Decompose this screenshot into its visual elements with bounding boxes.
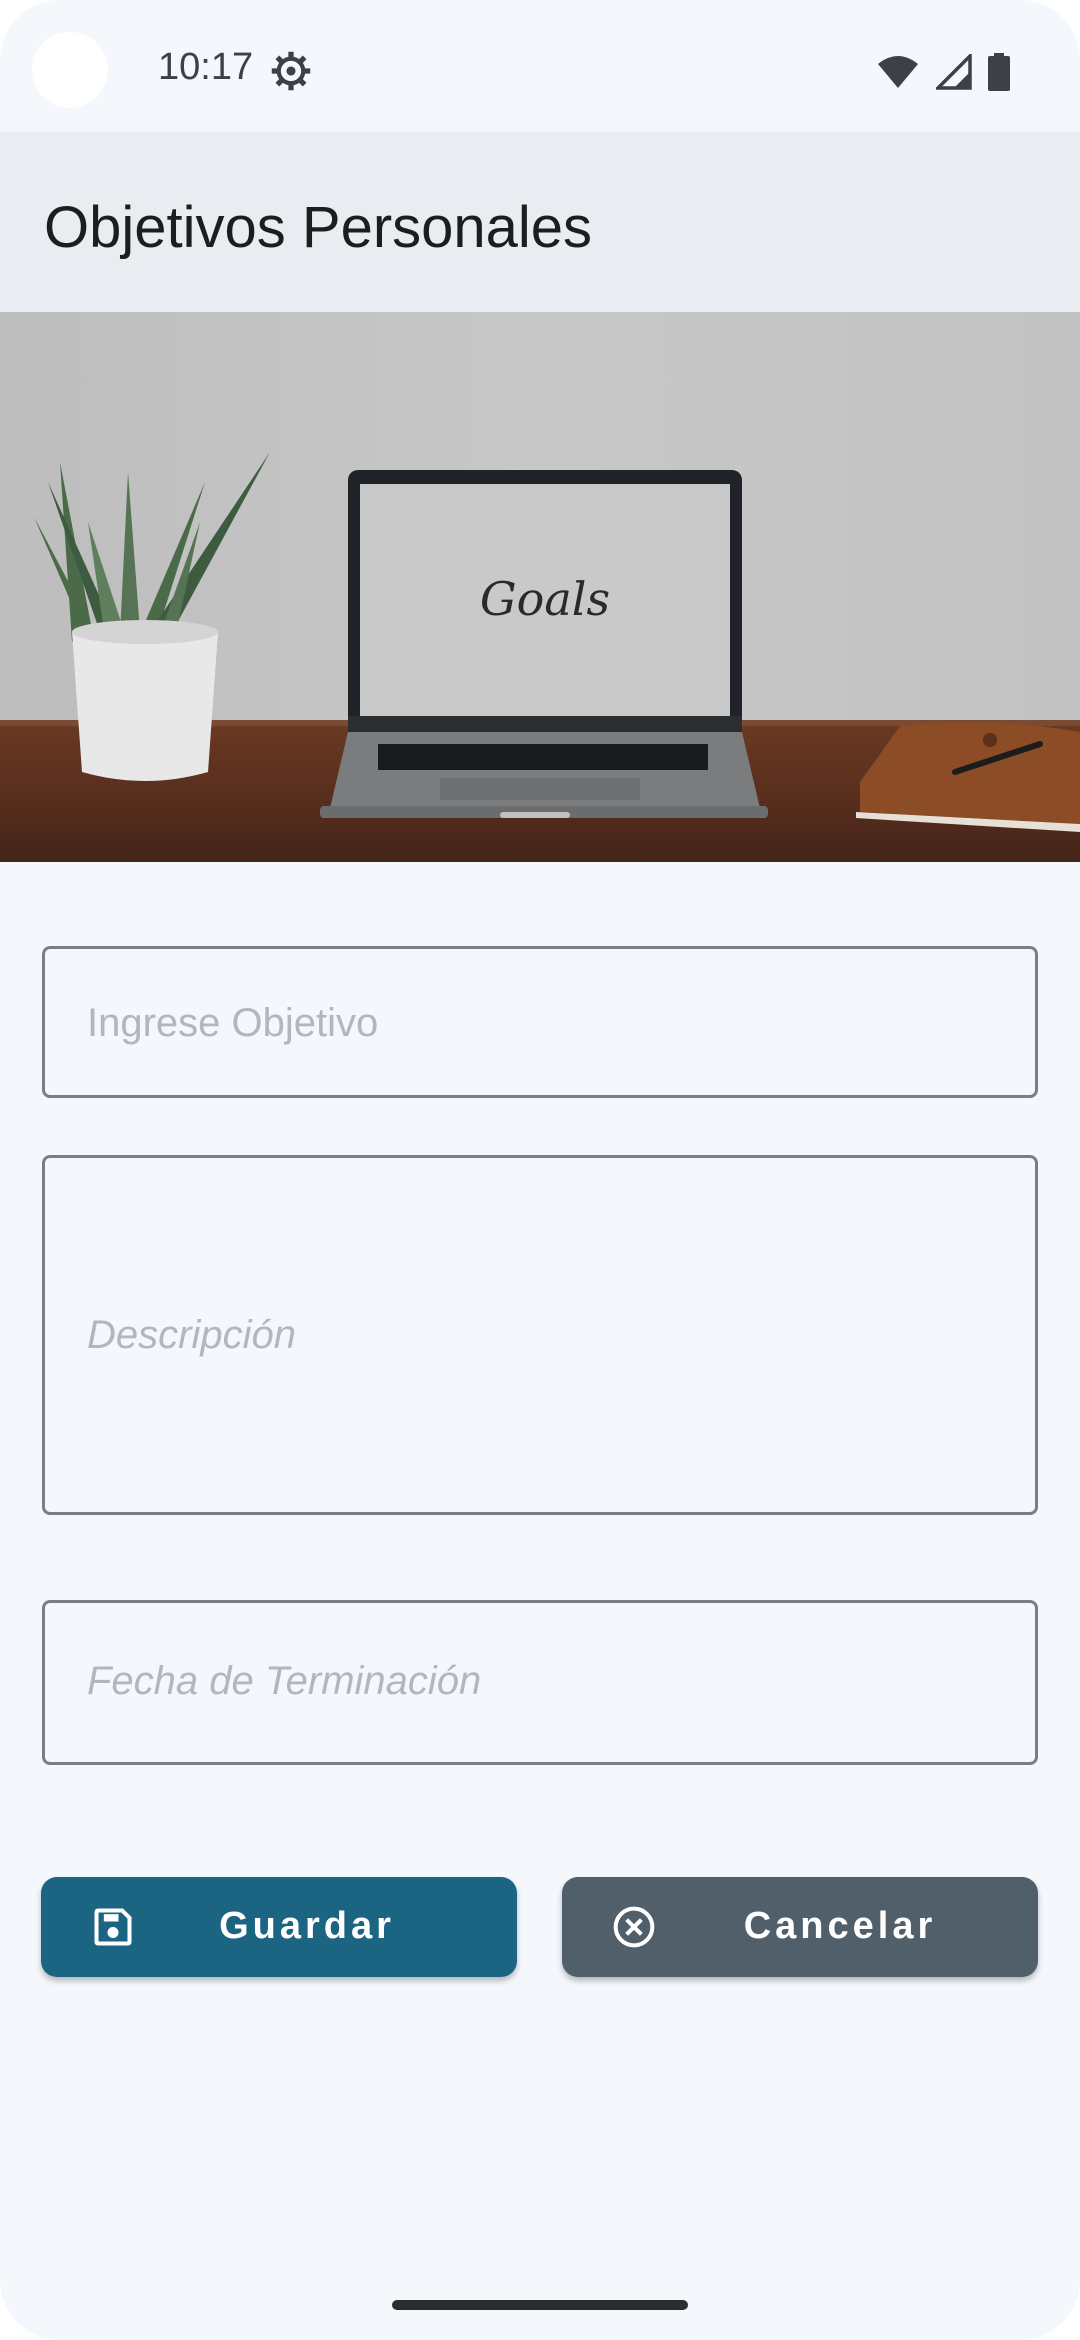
status-time: 10:17 bbox=[158, 46, 254, 88]
app-bar: Objetivos Personales bbox=[0, 132, 1080, 312]
desk-laptop-illustration: Goals bbox=[0, 312, 1080, 862]
settings-gear-icon bbox=[271, 51, 311, 91]
wifi-icon bbox=[878, 56, 918, 88]
description-placeholder: Descripción bbox=[87, 1313, 296, 1357]
cancel-button[interactable]: Cancelar bbox=[562, 1877, 1038, 1977]
camera-cutout bbox=[32, 32, 108, 108]
status-icons bbox=[876, 52, 1010, 92]
laptop-screen-text: Goals bbox=[480, 572, 610, 626]
save-button[interactable]: Guardar bbox=[41, 1877, 517, 1977]
end-date-input[interactable]: Fecha de Terminación bbox=[42, 1600, 1038, 1765]
objective-placeholder: Ingrese Objetivo bbox=[87, 1001, 379, 1045]
home-indicator[interactable] bbox=[392, 2300, 688, 2310]
save-button-label: Guardar bbox=[219, 1905, 395, 1947]
description-input[interactable]: Descripción bbox=[42, 1155, 1038, 1515]
status-bar: 10:17 bbox=[0, 0, 1080, 132]
app-screen: 10:17 Objetivos Personales Goals Ingrese… bbox=[0, 0, 1080, 2340]
cell-signal-icon bbox=[936, 54, 972, 90]
cancel-button-label: Cancelar bbox=[743, 1905, 937, 1947]
laptop-graphic bbox=[320, 470, 768, 818]
page-title: Objetivos Personales bbox=[44, 195, 593, 260]
battery-icon bbox=[988, 53, 1010, 91]
objective-input[interactable]: Ingrese Objetivo bbox=[42, 946, 1038, 1098]
end-date-placeholder: Fecha de Terminación bbox=[87, 1659, 482, 1703]
hero-image: Goals bbox=[0, 312, 1080, 862]
